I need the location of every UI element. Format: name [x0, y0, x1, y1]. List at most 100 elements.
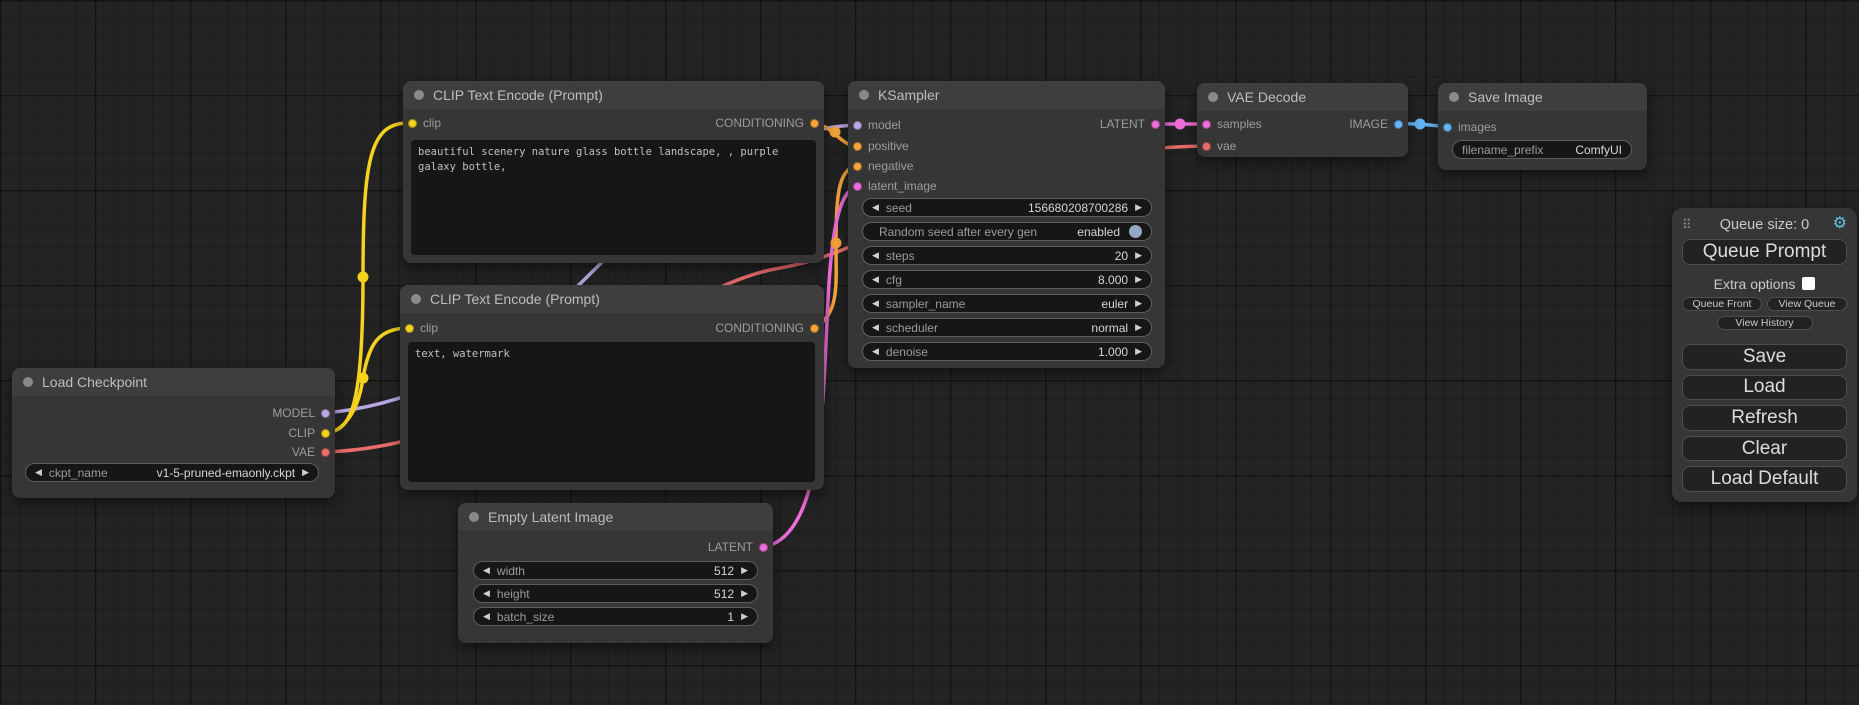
- node-titlebar[interactable]: VAE Decode: [1197, 83, 1408, 111]
- clip-slot-dot[interactable]: [405, 324, 414, 333]
- increment-icon[interactable]: ▶: [302, 468, 309, 477]
- decrement-icon[interactable]: ◀: [483, 612, 490, 621]
- node-clip-text-encode-positive[interactable]: CLIP Text Encode (Prompt) clip CONDITION…: [403, 81, 824, 263]
- latent-slot-dot[interactable]: [1202, 120, 1211, 129]
- load-button[interactable]: Load: [1682, 375, 1847, 401]
- node-titlebar[interactable]: CLIP Text Encode (Prompt): [403, 81, 824, 109]
- input-slot-images[interactable]: images: [1443, 117, 1497, 137]
- random-seed-widget[interactable]: Random seed after every gen enabled: [862, 222, 1152, 241]
- increment-icon[interactable]: ▶: [1135, 251, 1142, 260]
- input-slot-latent-image[interactable]: latent_image: [853, 176, 937, 196]
- view-history-button[interactable]: View History: [1717, 316, 1813, 330]
- output-slot-latent[interactable]: LATENT: [1100, 114, 1160, 134]
- filename-prefix-widget[interactable]: filename_prefix ComfyUI: [1452, 140, 1632, 159]
- node-ksampler[interactable]: KSampler model positive negative latent_…: [848, 81, 1165, 368]
- decrement-icon[interactable]: ◀: [483, 589, 490, 598]
- extra-options-checkbox[interactable]: [1802, 277, 1815, 290]
- node-load-checkpoint[interactable]: Load Checkpoint MODEL CLIP VAE ◀ ckpt_na…: [12, 368, 335, 498]
- collapse-dot-icon[interactable]: [859, 90, 869, 100]
- output-slot-vae[interactable]: VAE: [292, 442, 330, 462]
- decrement-icon[interactable]: ◀: [872, 347, 879, 356]
- input-slot-clip[interactable]: clip: [405, 318, 438, 338]
- queue-prompt-button[interactable]: Queue Prompt: [1682, 239, 1847, 265]
- decrement-icon[interactable]: ◀: [872, 251, 879, 260]
- batch-size-widget[interactable]: ◀ batch_size 1 ▶: [473, 607, 758, 626]
- clip-slot-dot[interactable]: [408, 119, 417, 128]
- vae-slot-dot[interactable]: [321, 448, 330, 457]
- conditioning-slot-dot[interactable]: [810, 324, 819, 333]
- image-slot-dot[interactable]: [1394, 120, 1403, 129]
- refresh-button[interactable]: Refresh: [1682, 405, 1847, 431]
- collapse-dot-icon[interactable]: [469, 512, 479, 522]
- sampler-name-widget[interactable]: ◀ sampler_name euler ▶: [862, 294, 1152, 313]
- decrement-icon[interactable]: ◀: [872, 323, 879, 332]
- queue-front-button[interactable]: Queue Front: [1682, 297, 1762, 311]
- link-midpoint-dot[interactable]: [358, 373, 369, 384]
- denoise-widget[interactable]: ◀ denoise 1.000 ▶: [862, 342, 1152, 361]
- toggle-circle-icon[interactable]: [1129, 225, 1142, 238]
- link-midpoint-dot[interactable]: [830, 127, 841, 138]
- link-midpoint-dot[interactable]: [831, 238, 842, 249]
- conditioning-slot-dot[interactable]: [810, 119, 819, 128]
- input-slot-negative[interactable]: negative: [853, 156, 913, 176]
- increment-icon[interactable]: ▶: [1135, 203, 1142, 212]
- output-slot-model[interactable]: MODEL: [272, 403, 330, 423]
- node-titlebar[interactable]: Save Image: [1438, 83, 1647, 111]
- decrement-icon[interactable]: ◀: [872, 203, 879, 212]
- image-slot-dot[interactable]: [1443, 123, 1452, 132]
- conditioning-slot-dot[interactable]: [853, 142, 862, 151]
- output-slot-latent[interactable]: LATENT: [708, 537, 768, 557]
- node-clip-text-encode-negative[interactable]: CLIP Text Encode (Prompt) clip CONDITION…: [400, 285, 824, 490]
- seed-widget[interactable]: ◀ seed 156680208700286 ▶: [862, 198, 1152, 217]
- node-graph-canvas[interactable]: Load Checkpoint MODEL CLIP VAE ◀ ckpt_na…: [0, 0, 1859, 705]
- collapse-dot-icon[interactable]: [411, 294, 421, 304]
- ckpt-name-widget[interactable]: ◀ ckpt_name v1-5-pruned-emaonly.ckpt ▶: [25, 463, 319, 482]
- link-midpoint-dot[interactable]: [358, 272, 369, 283]
- collapse-dot-icon[interactable]: [414, 90, 424, 100]
- increment-icon[interactable]: ▶: [1135, 299, 1142, 308]
- latent-slot-dot[interactable]: [759, 543, 768, 552]
- input-slot-model[interactable]: model: [853, 115, 901, 135]
- vae-slot-dot[interactable]: [1202, 142, 1211, 151]
- prompt-textarea[interactable]: beautiful scenery nature glass bottle la…: [411, 140, 816, 255]
- increment-icon[interactable]: ▶: [741, 566, 748, 575]
- increment-icon[interactable]: ▶: [1135, 323, 1142, 332]
- node-save-image[interactable]: Save Image images filename_prefix ComfyU…: [1438, 83, 1647, 170]
- latent-slot-dot[interactable]: [853, 182, 862, 191]
- collapse-dot-icon[interactable]: [23, 377, 33, 387]
- node-titlebar[interactable]: Load Checkpoint: [12, 368, 335, 396]
- node-titlebar[interactable]: KSampler: [848, 81, 1165, 109]
- cfg-widget[interactable]: ◀ cfg 8.000 ▶: [862, 270, 1152, 289]
- decrement-icon[interactable]: ◀: [35, 468, 42, 477]
- model-slot-dot[interactable]: [321, 409, 330, 418]
- input-slot-positive[interactable]: positive: [853, 136, 909, 156]
- input-slot-clip[interactable]: clip: [408, 113, 441, 133]
- increment-icon[interactable]: ▶: [1135, 347, 1142, 356]
- decrement-icon[interactable]: ◀: [872, 275, 879, 284]
- collapse-dot-icon[interactable]: [1449, 92, 1459, 102]
- steps-widget[interactable]: ◀ steps 20 ▶: [862, 246, 1152, 265]
- clip-slot-dot[interactable]: [321, 429, 330, 438]
- increment-icon[interactable]: ▶: [1135, 275, 1142, 284]
- increment-icon[interactable]: ▶: [741, 612, 748, 621]
- node-empty-latent-image[interactable]: Empty Latent Image LATENT ◀ width 512 ▶ …: [458, 503, 773, 643]
- output-slot-image[interactable]: IMAGE: [1349, 114, 1403, 134]
- output-slot-conditioning[interactable]: CONDITIONING: [715, 318, 819, 338]
- clear-button[interactable]: Clear: [1682, 436, 1847, 462]
- link-midpoint-dot[interactable]: [1415, 119, 1426, 130]
- decrement-icon[interactable]: ◀: [483, 566, 490, 575]
- decrement-icon[interactable]: ◀: [872, 299, 879, 308]
- node-titlebar[interactable]: Empty Latent Image: [458, 503, 773, 531]
- output-slot-clip[interactable]: CLIP: [288, 423, 330, 443]
- drag-handle-icon[interactable]: ⠿: [1682, 217, 1692, 233]
- load-default-button[interactable]: Load Default: [1682, 466, 1847, 492]
- input-slot-samples[interactable]: samples: [1202, 114, 1262, 134]
- output-slot-conditioning[interactable]: CONDITIONING: [715, 113, 819, 133]
- save-button[interactable]: Save: [1682, 344, 1847, 370]
- view-queue-button[interactable]: View Queue: [1767, 297, 1847, 311]
- settings-gear-icon[interactable]: ⚙: [1833, 216, 1847, 232]
- input-slot-vae[interactable]: vae: [1202, 136, 1236, 156]
- width-widget[interactable]: ◀ width 512 ▶: [473, 561, 758, 580]
- node-vae-decode[interactable]: VAE Decode samples vae IMAGE: [1197, 83, 1408, 157]
- conditioning-slot-dot[interactable]: [853, 162, 862, 171]
